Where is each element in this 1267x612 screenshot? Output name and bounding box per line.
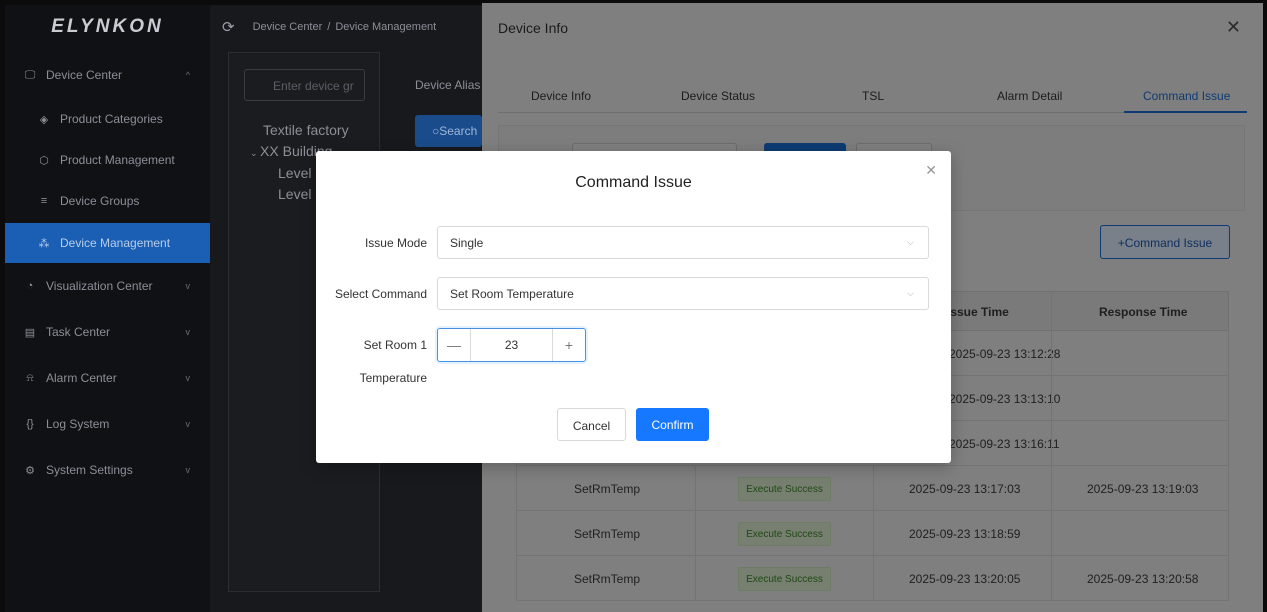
sidebar-item-label: System Settings [46, 463, 133, 477]
temperature-stepper[interactable]: — 23 + [437, 328, 586, 362]
sidebar-item-device-groups[interactable]: ≡ Device Groups [5, 181, 210, 221]
sidebar-item-task-center[interactable]: ▤ Task Center v [5, 312, 210, 352]
breadcrumb-separator: / [327, 21, 331, 33]
set-temp-label: Set Room 1 [363, 338, 427, 352]
status-badge: Execute Success [738, 567, 831, 591]
confirm-button[interactable]: Confirm [636, 408, 709, 441]
caret-down-icon: ⌄ [250, 148, 261, 158]
sidebar-item-label: Device Center [46, 68, 123, 82]
issue-time-cell: 2025-09-23 13:20:05 [909, 572, 1021, 586]
close-icon[interactable]: ✕ [925, 162, 937, 179]
cube-icon: ⬡ [39, 154, 49, 167]
breadcrumb: ⟳ Device Center / Device Management [210, 5, 482, 49]
chevron-up-icon: ^ [185, 70, 190, 80]
layers-icon: ◈ [39, 113, 49, 126]
sidebar-item-device-management[interactable]: ⁂ Device Management [5, 223, 210, 263]
breadcrumb-parent[interactable]: Device Center [253, 21, 323, 33]
tab-tsl[interactable]: TSL [862, 89, 884, 103]
column-header: Response Time [1099, 305, 1188, 319]
select-command-select[interactable]: Set Room Temperature ⌵ [437, 277, 929, 310]
cancel-button[interactable]: Cancel [557, 408, 626, 441]
chart-icon: ◔ [26, 280, 34, 292]
sidebar-item-log-system[interactable]: {} Log System v [5, 404, 210, 444]
status-badge: Execute Success [738, 477, 831, 501]
tab-device-status[interactable]: Device Status [681, 89, 755, 103]
monitor-icon: 🖵 [24, 68, 36, 81]
temperature-value[interactable]: 23 [471, 338, 552, 352]
tab-command-issue[interactable]: Command Issue [1143, 89, 1230, 103]
sidebar-item-alarm-center[interactable]: ⍾ Alarm Center v [5, 358, 210, 398]
sidebar-item-label: Alarm Center [46, 371, 117, 385]
chevron-down-icon: v [185, 465, 191, 475]
response-time-cell: 2025-09-23 13:19:03 [1087, 482, 1199, 496]
issue-mode-value: Single [450, 236, 484, 250]
modal-title: Command Issue [575, 174, 692, 191]
search-button[interactable]: ○Search [415, 115, 482, 147]
select-command-label: Select Command [334, 287, 427, 301]
tree-node[interactable]: Textile factory [263, 122, 349, 138]
gear-icon: ⚙ [25, 464, 35, 477]
table-row: SetRmTemp Execute Success 2025-09-23 13:… [516, 511, 1229, 556]
sidebar-item-system-settings[interactable]: ⚙ System Settings v [5, 450, 210, 490]
command-issue-button[interactable]: +Command Issue [1100, 225, 1230, 259]
response-time-cell: 2025-09-23 13:20:58 [1087, 572, 1199, 586]
sidebar-item-label: Device Groups [60, 194, 140, 208]
status-badge: Execute Success [738, 522, 831, 546]
issue-time-cell: 2025-09-23 13:12:28 [949, 347, 1061, 361]
sidebar-item-device-center[interactable]: 🖵 Device Center ^ [5, 55, 210, 95]
command-cell: SetRmTemp [574, 482, 641, 496]
tab-device-info[interactable]: Device Info [531, 89, 591, 103]
set-temp-label-line2: Temperature [359, 371, 427, 385]
command-cell: SetRmTemp [574, 572, 641, 586]
chevron-down-icon: ⌵ [907, 288, 914, 298]
device-alias-label: Device Alias [415, 78, 481, 92]
sidebar-item-label: Device Management [60, 236, 171, 250]
log-icon: {} [26, 418, 34, 430]
issue-time-cell: 2025-09-23 13:17:03 [909, 482, 1021, 496]
sidebar-item-visualization-center[interactable]: ◔ Visualization Center v [5, 266, 210, 306]
chevron-down-icon: ⌵ [907, 237, 914, 247]
breadcrumb-current: Device Management [335, 21, 437, 33]
close-icon[interactable]: ✕ [1226, 17, 1241, 38]
app-logo: ELYNKON [51, 16, 164, 37]
alarm-icon: ⍾ [26, 371, 34, 384]
table-row: SetRmTemp Execute Success 2025-09-23 13:… [516, 466, 1229, 511]
select-command-value: Set Room Temperature [450, 287, 574, 301]
issue-mode-label: Issue Mode [364, 236, 427, 250]
tab-alarm-detail[interactable]: Alarm Detail [997, 89, 1062, 103]
issue-mode-select[interactable]: Single ⌵ [437, 226, 929, 259]
sidebar-item-product-categories[interactable]: ◈ Product Categories [5, 99, 210, 139]
drawer-tabs: Device Info Device Status TSL Alarm Deta… [498, 73, 1247, 113]
table-row: SetRmTemp Execute Success 2025-09-23 13:… [516, 556, 1229, 601]
sidebar-item-label: Log System [46, 417, 110, 431]
nodes-icon: ⁂ [38, 237, 50, 250]
command-issue-modal: Command Issue ✕ Issue Mode Single ⌵ Sele… [316, 151, 951, 463]
minus-icon[interactable]: — [438, 329, 471, 361]
chevron-down-icon: v [185, 419, 191, 429]
command-cell: SetRmTemp [574, 527, 641, 541]
sidebar-item-product-management[interactable]: ⬡ Product Management [5, 140, 210, 180]
refresh-icon[interactable]: ⟳ [222, 18, 235, 36]
device-group-search-input[interactable]: Enter device gr [244, 69, 365, 101]
issue-time-cell: 2025-09-23 13:13:10 [949, 392, 1061, 406]
sidebar-item-label: Product Management [60, 153, 175, 167]
issue-time-cell: 2025-09-23 13:18:59 [909, 527, 1021, 541]
plus-icon[interactable]: + [552, 329, 585, 361]
list-icon: ≡ [40, 195, 48, 207]
task-icon: ▤ [24, 326, 36, 339]
chevron-down-icon: v [185, 281, 191, 291]
active-tab-indicator [1124, 111, 1247, 113]
chevron-down-icon: v [185, 373, 191, 383]
sidebar-item-label: Task Center [46, 325, 111, 339]
issue-time-cell: 2025-09-23 13:16:11 [949, 437, 1060, 451]
drawer-title: Device Info [498, 20, 569, 36]
sidebar-item-label: Visualization Center [46, 279, 153, 293]
chevron-down-icon: v [185, 327, 191, 337]
sidebar: ELYNKON 🖵 Device Center ^ ◈ Product Cate… [5, 5, 210, 612]
column-header: Issue Time [947, 305, 1009, 319]
search-button-label: Search [439, 124, 478, 138]
sidebar-item-label: Product Categories [60, 112, 163, 126]
